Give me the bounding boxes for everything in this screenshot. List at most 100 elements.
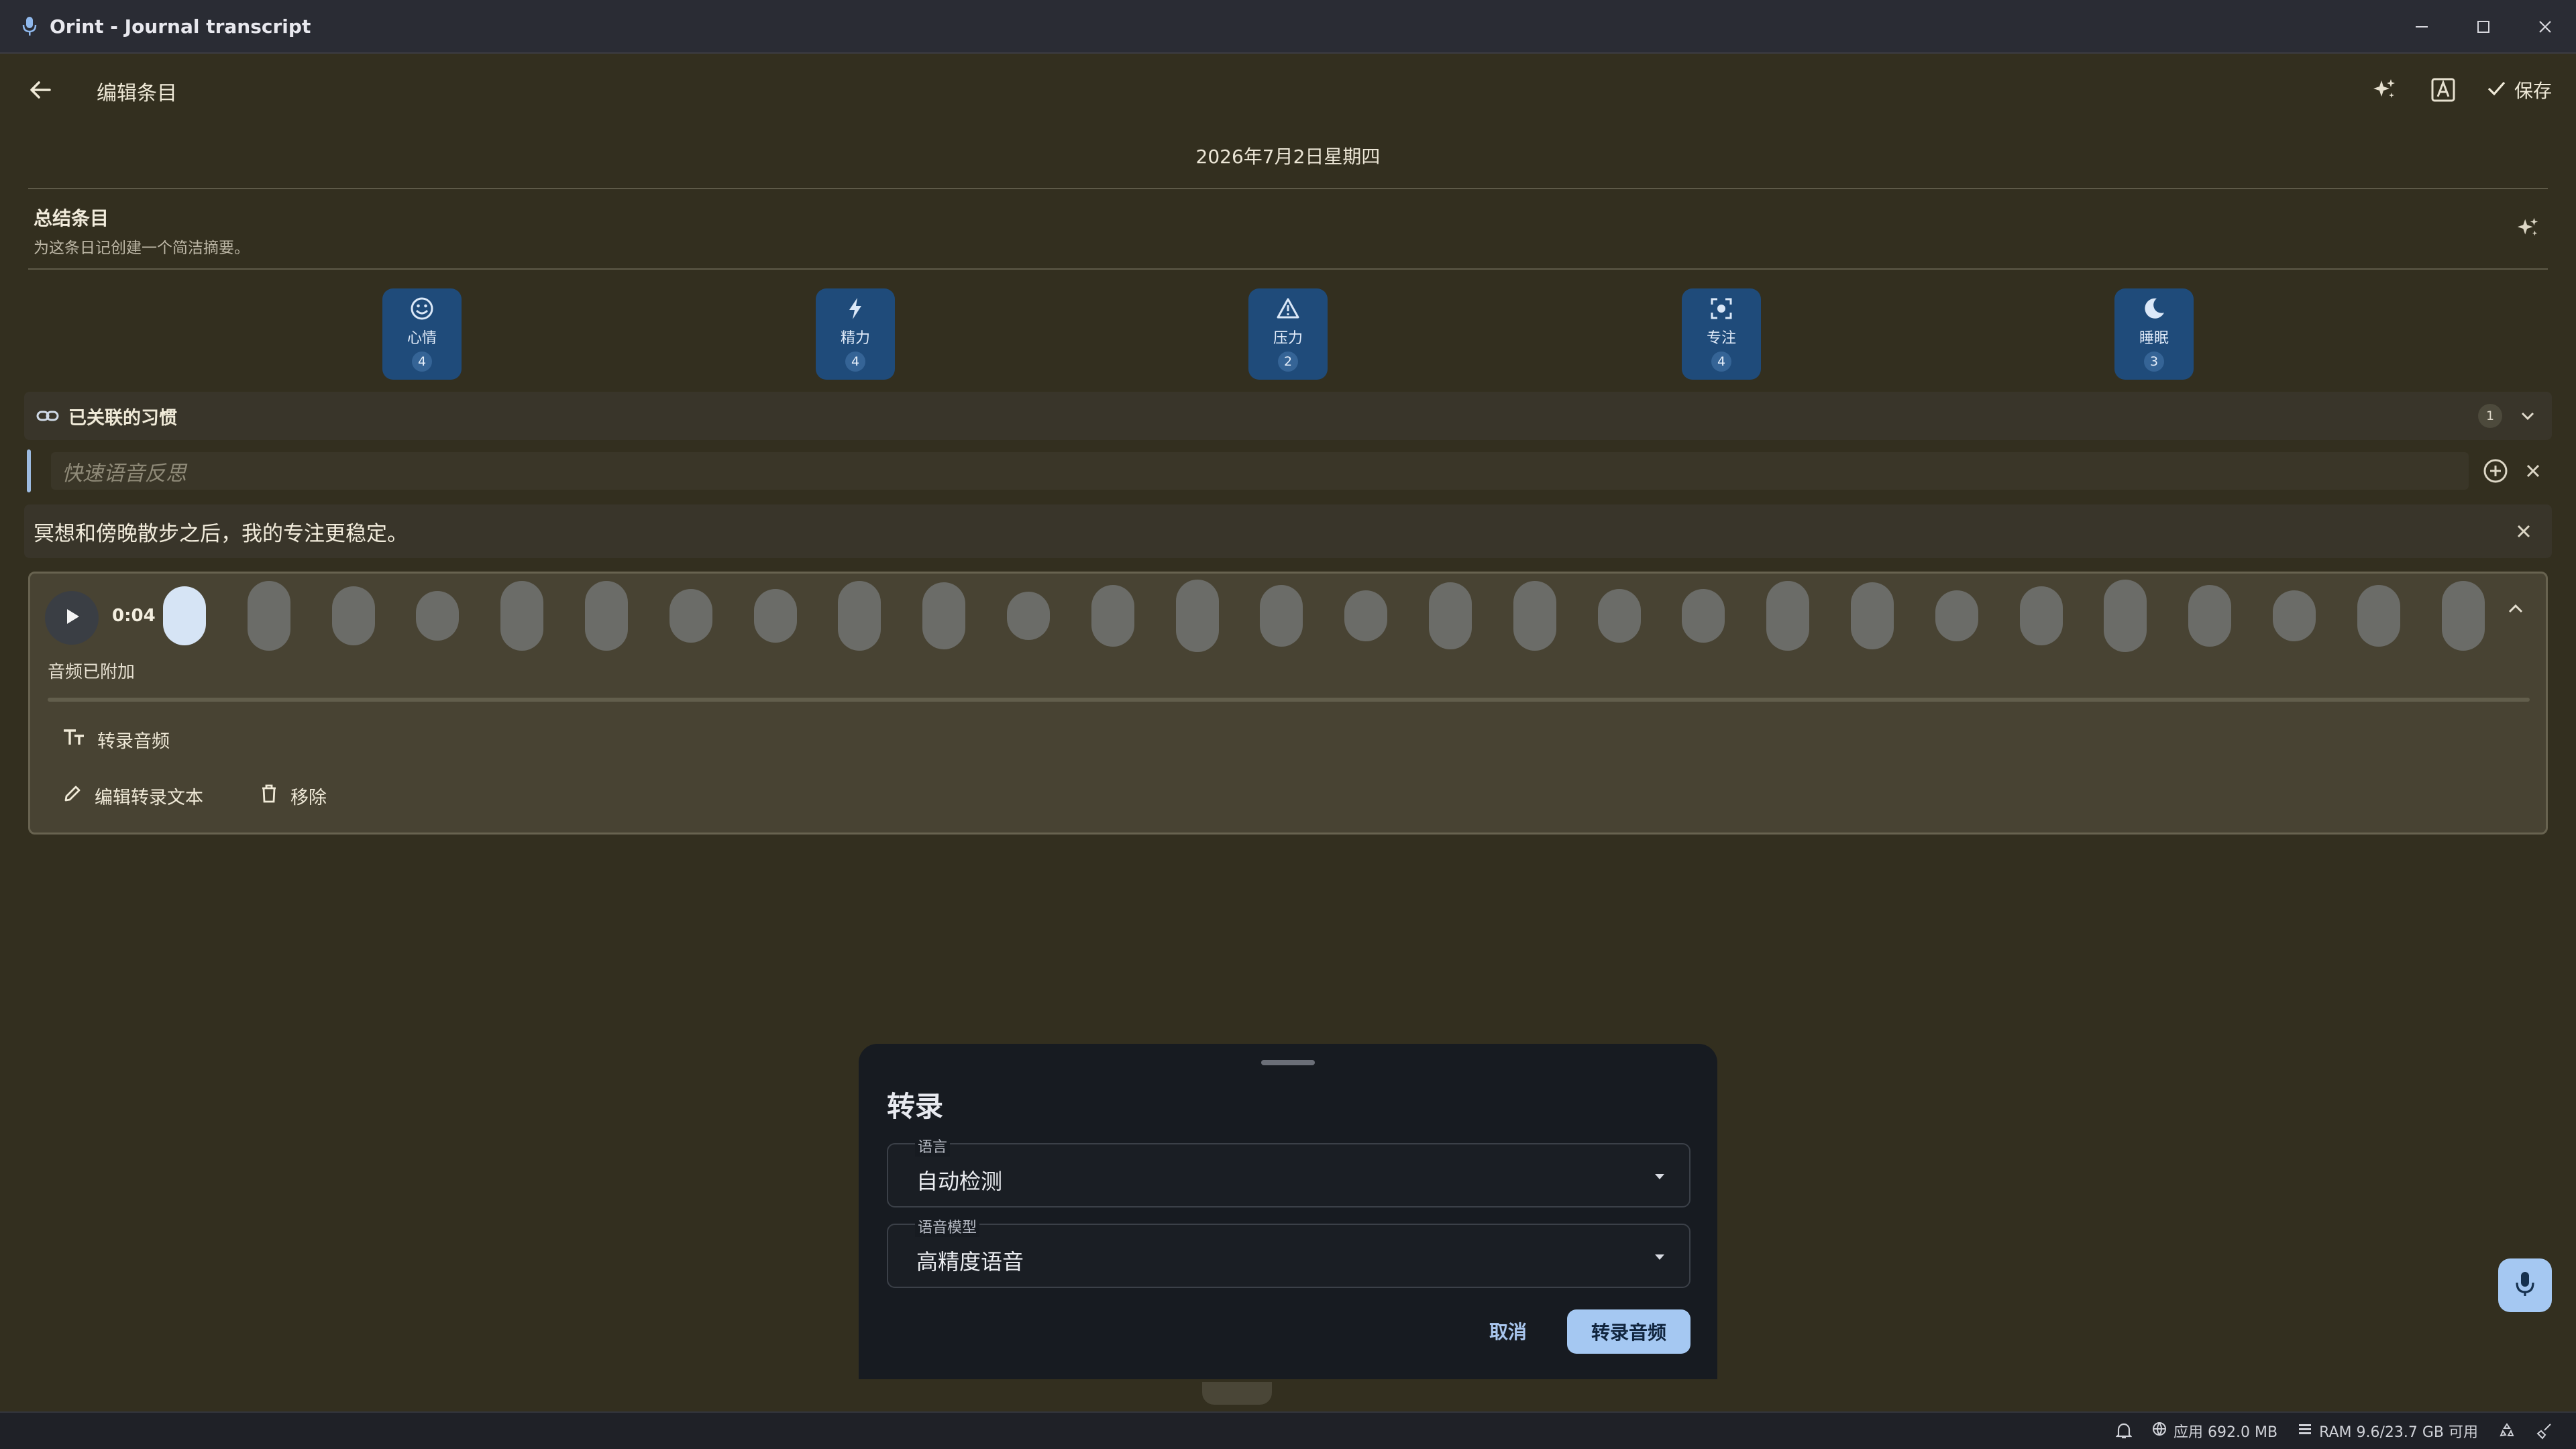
smile-icon <box>410 297 434 323</box>
sparkle-icon[interactable] <box>2363 68 2406 111</box>
waveform-bar <box>1344 590 1388 641</box>
maximize-icon[interactable] <box>2453 0 2514 54</box>
waveform-bar <box>585 581 628 651</box>
transcribe-sheet: 转录 语言 自动检测 语音模型 高精度语音 取消 转录音频 <box>859 1044 1717 1379</box>
audio-progress-bar[interactable] <box>48 698 2530 702</box>
focus-icon <box>1709 297 1733 323</box>
waveform-bar <box>2104 580 2147 652</box>
add-circle-icon[interactable] <box>2477 452 2514 490</box>
metric-label: 睡眠 <box>2139 330 2169 347</box>
bell-icon[interactable] <box>2116 1422 2133 1440</box>
recycle-icon[interactable] <box>2498 1422 2516 1440</box>
trash-icon <box>260 784 278 808</box>
system-status-bar: 应用 692.0 MB RAM 9.6/23.7 GB 可用 <box>0 1411 2576 1449</box>
metric-sleep[interactable]: 睡眠 3 <box>2114 288 2194 380</box>
edit-transcript-button[interactable]: 编辑转录文本 <box>62 783 203 809</box>
waveform-bar <box>669 589 712 643</box>
globe-icon <box>2152 1421 2167 1440</box>
waveform-bar <box>2188 585 2232 647</box>
close-icon[interactable] <box>2514 522 2533 541</box>
metric-value: 3 <box>2144 352 2164 372</box>
metric-focus[interactable]: 专注 4 <box>1682 288 1761 380</box>
transcript-note: 冥想和傍晚散步之后，我的专注更稳定。 <box>24 504 2552 558</box>
audio-attachment-card: 0:04 音频已附加 转录音频 编辑转录文本 移除 <box>28 572 2548 835</box>
quick-reflection-input[interactable]: 快速语音反思 <box>51 452 2469 490</box>
linked-habits-header[interactable]: 已关联的习惯 1 <box>24 392 2552 440</box>
close-icon[interactable] <box>2514 0 2576 54</box>
app-memory-text: 应用 692.0 MB <box>2174 1424 2278 1441</box>
habit-count-badge: 1 <box>2478 404 2502 428</box>
sheet-title: 转录 <box>887 1090 944 1123</box>
transcribe-audio-button[interactable]: 转录音频 <box>62 727 170 753</box>
edit-transcript-label: 编辑转录文本 <box>95 788 203 808</box>
waveform-bar <box>2273 590 2316 641</box>
waveform-bar <box>1766 581 1810 651</box>
collapsed-panel-handle[interactable] <box>1202 1382 1272 1405</box>
app-memory-indicator: 应用 692.0 MB <box>2152 1420 2277 1442</box>
metric-mood[interactable]: 心情 4 <box>382 288 462 380</box>
page-title: 编辑条目 <box>97 82 177 105</box>
audio-time: 0:04 <box>112 606 156 626</box>
speech-model-label: 语音模型 <box>915 1216 980 1237</box>
text-size-icon <box>62 727 85 752</box>
summary-subtitle: 为这条日记创建一个简洁摘要。 <box>34 239 250 257</box>
window-title: Orint - Journal transcript <box>50 15 311 38</box>
metric-energy[interactable]: 精力 4 <box>816 288 895 380</box>
memory-icon <box>2298 1421 2312 1440</box>
summarize-sparkle-icon[interactable] <box>2509 209 2546 247</box>
minimize-icon[interactable] <box>2391 0 2453 54</box>
close-icon[interactable] <box>2514 452 2552 490</box>
waveform-bar <box>1175 580 1219 652</box>
waveform-bar <box>1682 589 1725 643</box>
waveform-bar <box>1091 585 1134 647</box>
metric-value: 4 <box>1711 352 1731 372</box>
remove-audio-button[interactable]: 移除 <box>260 783 327 809</box>
speech-model-select[interactable]: 语音模型 高精度语音 <box>887 1216 1690 1288</box>
language-value: 自动检测 <box>916 1169 1003 1194</box>
waveform-bar <box>838 581 881 651</box>
transcribe-confirm-button[interactable]: 转录音频 <box>1567 1309 1690 1354</box>
app-bar: 编辑条目 保存 <box>0 55 2576 125</box>
metric-stress[interactable]: 压力 2 <box>1248 288 1328 380</box>
note-text[interactable]: 冥想和傍晚散步之后，我的专注更稳定。 <box>34 517 408 547</box>
link-icon <box>36 405 59 427</box>
warning-icon <box>1276 297 1300 323</box>
remove-label: 移除 <box>290 788 327 808</box>
waveform-bar <box>2357 585 2400 647</box>
waveform-bar <box>1597 589 1641 643</box>
waveform-bar <box>416 591 460 641</box>
ram-text: RAM 9.6/23.7 GB 可用 <box>2319 1424 2478 1441</box>
waveform-bar <box>1429 582 1472 649</box>
chevron-up-icon[interactable] <box>2506 599 2526 619</box>
summary-title[interactable]: 总结条目 <box>34 204 109 231</box>
dropdown-arrow-icon <box>1650 1248 1669 1267</box>
waveform-bar <box>163 586 206 645</box>
pencil-icon <box>62 784 83 808</box>
back-arrow-icon[interactable] <box>21 71 59 109</box>
moon-icon <box>2142 297 2166 323</box>
broom-icon[interactable] <box>2536 1422 2553 1440</box>
divider <box>28 268 2548 270</box>
font-icon[interactable] <box>2422 68 2465 111</box>
save-label: 保存 <box>2514 80 2552 102</box>
waveform-bar <box>1513 581 1556 651</box>
metric-value: 4 <box>412 352 432 372</box>
cancel-button[interactable]: 取消 <box>1489 1318 1527 1344</box>
waveform-bar <box>2441 581 2485 651</box>
waveform-bar <box>1260 585 1303 647</box>
play-button[interactable] <box>45 591 99 645</box>
record-voice-button[interactable] <box>2498 1258 2552 1312</box>
language-label: 语言 <box>915 1135 951 1157</box>
waveform-bar <box>1007 592 1050 640</box>
metric-value: 4 <box>845 352 865 372</box>
language-select[interactable]: 语言 自动检测 <box>887 1135 1690 1208</box>
metric-label: 心情 <box>407 330 437 347</box>
window-titlebar: Orint - Journal transcript <box>0 0 2576 54</box>
bolt-icon <box>843 297 867 323</box>
metric-value: 2 <box>1278 352 1298 372</box>
save-button[interactable]: 保存 <box>2481 68 2557 111</box>
drag-handle[interactable] <box>1261 1060 1315 1065</box>
chevron-down-icon[interactable] <box>2518 407 2537 425</box>
metric-label: 专注 <box>1706 330 1736 347</box>
waveform-bar <box>500 581 544 651</box>
